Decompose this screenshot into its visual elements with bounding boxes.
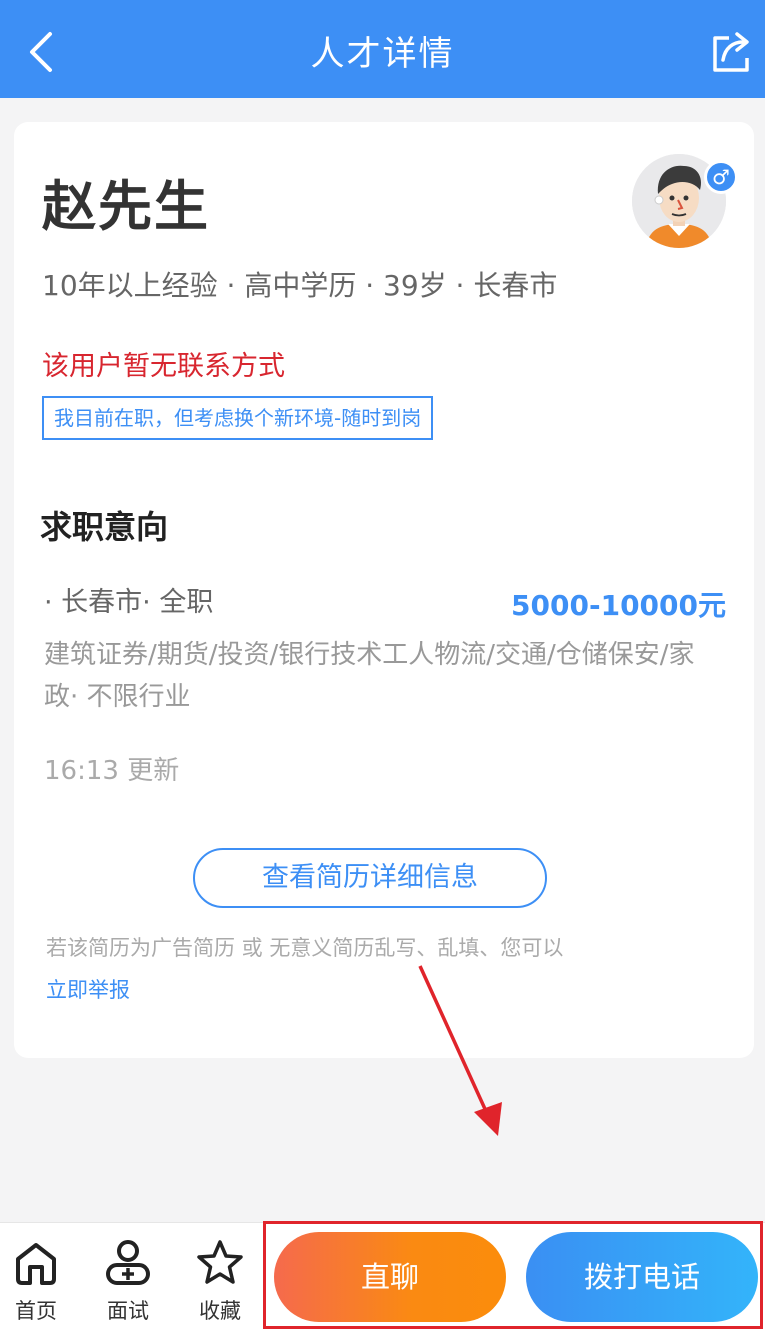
nav-interview[interactable]: 面试	[88, 1237, 168, 1327]
page-title: 人才详情	[310, 34, 455, 74]
home-icon	[16, 1243, 56, 1285]
section-title-job-intent: 求职意向	[40, 508, 169, 546]
report-link[interactable]: 立即举报	[46, 974, 130, 1004]
share-button[interactable]	[709, 30, 755, 74]
chat-button[interactable]: 直聊	[274, 1232, 506, 1322]
header-bar: 人才详情	[0, 0, 765, 98]
candidate-meta: 10年以上经验 · 高中学历 · 39岁 · 长春市	[42, 269, 558, 302]
job-status-tag: 我目前在职，但考虑换个新环境-随时到岗	[42, 396, 434, 440]
update-time: 16:13 更新	[44, 756, 180, 786]
nav-favorites-label: 收藏	[199, 1299, 241, 1323]
male-gender-badge: ♂	[704, 160, 738, 194]
nav-home[interactable]: 首页	[0, 1237, 76, 1327]
call-button[interactable]: 拨打电话	[526, 1232, 758, 1322]
report-note: 若该简历为广告简历 或 无意义简历乱写、乱填、您可以	[46, 936, 564, 960]
view-resume-button[interactable]: 查看简历详细信息	[193, 848, 547, 908]
nav-home-label: 首页	[15, 1299, 57, 1323]
expected-salary: 5000-10000元	[511, 589, 726, 622]
nav-favorites[interactable]: 收藏	[180, 1237, 260, 1327]
no-contact-notice: 该用户暂无联系方式	[42, 351, 285, 382]
share-icon	[713, 32, 749, 72]
candidate-name: 赵先生	[42, 175, 210, 238]
annotation-arrow	[418, 965, 502, 1136]
star-icon	[197, 1240, 243, 1284]
interview-icon	[106, 1240, 150, 1285]
nav-interview-label: 面试	[107, 1299, 149, 1323]
profile-card: 赵先生 ♂ 10年以上经验 · 高中学历 · 39岁 · 长春市 该用户暂无联系…	[14, 122, 754, 1058]
intent-industry: 建筑证券/期货/投资/银行技术工人物流/交通/仓储保安/家政· 不限行业	[44, 640, 695, 712]
talent-detail-page: 人才详情 赵先生 ♂ 10年以上经验 · 高中学历 · 39岁 · 长春市 该用…	[0, 0, 765, 1331]
intent-location-type: · 长春市· 全职	[44, 587, 214, 618]
